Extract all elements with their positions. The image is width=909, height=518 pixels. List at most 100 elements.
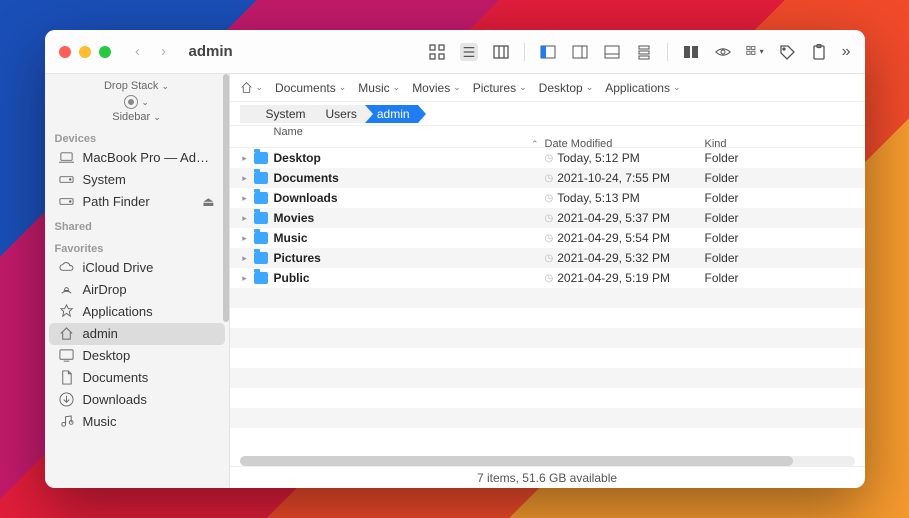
sidebar-scrollbar[interactable] [223,74,229,322]
row-name: Documents [254,171,545,185]
table-row[interactable]: ▸ Public◷2021-04-29, 5:19 PMFolder [230,268,865,288]
pathbar-applications[interactable]: Applications ⌄ [605,81,680,95]
panel-left-icon[interactable] [539,43,557,61]
sidebar-item-label: Applications [83,304,153,319]
table-row[interactable]: ▸Movies◷2021-04-29, 5:37 PMFolder [230,208,865,228]
disclosure-icon[interactable]: ▸ [240,253,250,264]
row-kind: Folder [705,211,835,225]
pathbar-movies[interactable]: Movies ⌄ [412,81,461,95]
music-icon [59,414,75,430]
pathbar-desktop[interactable]: Desktop ⌄ [539,81,594,95]
row-name: Desktop [254,151,545,165]
sidebar-item-label: Path Finder [83,194,150,209]
row-date: ◷2021-04-29, 5:19 PM [545,271,705,285]
disk-icon [59,172,75,188]
download-icon [59,392,75,408]
back-button[interactable]: ‹ [129,43,147,60]
row-name: Public [254,271,545,285]
toolbar-right: ▾ » [428,43,851,61]
panel-stack-icon[interactable] [635,43,653,61]
disclosure-icon[interactable]: ▸ [240,233,250,244]
sidebar-item-downloads[interactable]: Downloads [49,389,225,411]
pathbar-home[interactable]: ⌄ [240,81,264,94]
apps-icon [59,304,75,320]
sidebar-item-label: Desktop [83,348,131,363]
folder-icon [254,192,268,204]
sidebar-item-admin[interactable]: admin [49,323,225,345]
eject-icon[interactable]: ⏏ [202,194,214,210]
row-date: ◷2021-04-29, 5:32 PM [545,251,705,265]
zoom-button[interactable] [99,46,111,58]
sidebar-item-documents[interactable]: Documents [49,367,225,389]
folder-icon [254,152,268,164]
table-row[interactable]: ▸Music◷2021-04-29, 5:54 PMFolder [230,228,865,248]
row-name: Pictures [254,251,545,265]
view-columns-icon[interactable] [492,43,510,61]
table-row[interactable]: ▸ Documents◷2021-10-24, 7:55 PMFolder [230,168,865,188]
close-button[interactable] [59,46,71,58]
folder-icon [254,272,268,284]
quicklook-icon[interactable] [714,43,732,61]
sidebar-item-label: Downloads [83,392,147,407]
dual-pane-icon[interactable] [682,43,700,61]
table-row[interactable]: ▸ Downloads◷Today, 5:13 PMFolder [230,188,865,208]
folder-icon [254,172,268,184]
section-shared: Shared [45,213,229,235]
home-icon [59,326,75,342]
toolbar-overflow-button[interactable]: » [842,43,851,61]
view-list-icon[interactable] [460,43,478,61]
sidebar-item-macbook[interactable]: MacBook Pro — Ad… [49,147,225,169]
view-icons-icon[interactable] [428,43,446,61]
disclosure-icon[interactable]: ▸ [240,153,250,164]
disclosure-icon[interactable]: ▸ [240,273,250,284]
forward-button[interactable]: › [155,43,173,60]
sidebar-item-airdrop[interactable]: AirDrop [49,279,225,301]
col-name[interactable]: Name [254,126,545,138]
sidebar-item-applications[interactable]: Applications [49,301,225,323]
sidebar-item-icloud[interactable]: iCloud Drive [49,257,225,279]
folder-icon [254,232,268,244]
sidebar-item-pathfinder[interactable]: Path Finder ⏏ [49,191,225,213]
main-panel: ⌄ Documents ⌄ Music ⌄ Movies ⌄ Pictures … [230,74,865,488]
disclosure-icon[interactable]: ▸ [240,213,250,224]
breadcrumb-system[interactable]: System [254,105,314,123]
table-row[interactable]: ▸Pictures◷2021-04-29, 5:32 PMFolder [230,248,865,268]
clipboard-icon[interactable] [810,43,828,61]
panel-right-icon[interactable] [571,43,589,61]
row-kind: Folder [705,171,835,185]
row-kind: Folder [705,191,835,205]
row-kind: Folder [705,151,835,165]
sidebar-item-label: MacBook Pro — Ad… [83,150,209,165]
drop-stack-button[interactable]: Drop Stack ⌄ [45,80,229,92]
sidebar-item-system[interactable]: System [49,169,225,191]
sidebar-toggle[interactable]: Sidebar ⌄ [45,111,229,123]
doc-icon [59,370,75,386]
pathbar-music[interactable]: Music ⌄ [358,81,400,95]
pathbar-documents[interactable]: Documents ⌄ [275,81,346,95]
desktop-icon [59,348,75,364]
row-name: Downloads [254,191,545,205]
section-favorites: Favorites [45,235,229,257]
row-date: ◷Today, 5:13 PM [545,191,705,205]
breadcrumb-root[interactable] [240,105,254,123]
disclosure-icon[interactable]: ▸ [240,193,250,204]
sidebar: Drop Stack ⌄ ⌄ Sidebar ⌄ Devices MacBook… [45,74,230,488]
sidebar-item-music[interactable]: Music [49,411,225,433]
row-kind: Folder [705,271,835,285]
sidebar-item-desktop[interactable]: Desktop [49,345,225,367]
tag-icon[interactable] [778,43,796,61]
record-button[interactable]: ⌄ [45,94,229,109]
sidebar-item-label: System [83,172,126,187]
grid-settings-icon[interactable]: ▾ [746,43,764,61]
pathbar-pictures[interactable]: Pictures ⌄ [473,81,527,95]
row-date: ◷2021-10-24, 7:55 PM [545,171,705,185]
panel-bottom-icon[interactable] [603,43,621,61]
disclosure-icon[interactable]: ▸ [240,173,250,184]
sidebar-item-label: AirDrop [83,282,127,297]
horizontal-scrollbar[interactable] [240,456,855,466]
table-row[interactable]: ▸Desktop◷Today, 5:12 PMFolder [230,148,865,168]
row-name: Music [254,231,545,245]
minimize-button[interactable] [79,46,91,58]
breadcrumb: System Users admin [230,102,865,126]
sidebar-item-label: admin [83,326,118,341]
